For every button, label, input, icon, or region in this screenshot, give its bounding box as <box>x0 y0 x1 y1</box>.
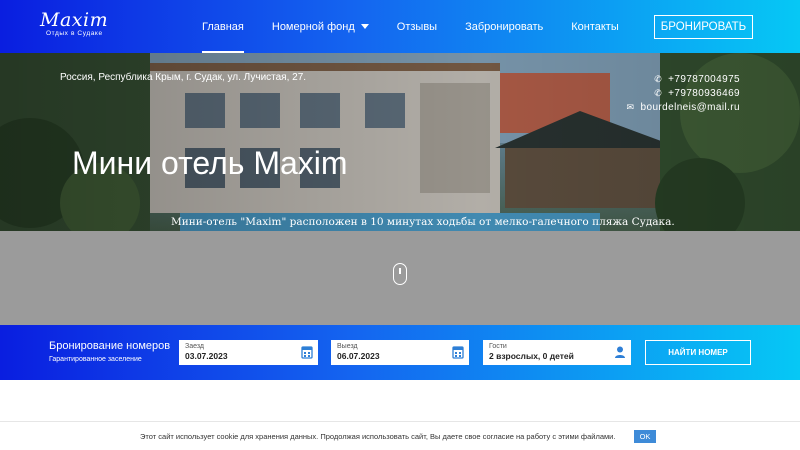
guests-label: Гости <box>489 343 507 350</box>
site-header: Maxim Отдых в Судаке Главная Номерной фо… <box>0 0 800 53</box>
hero-subtitle: Мини-отель "Maxim" расположен в 10 минут… <box>171 216 675 228</box>
logo-title: Maxim <box>40 9 109 31</box>
cookie-banner: Этот сайт использует cookie для хранения… <box>0 421 800 450</box>
logo[interactable]: Maxim Отдых в Судаке <box>40 10 120 44</box>
phone-icon: ✆ <box>654 73 663 84</box>
checkin-field[interactable]: Заезд 03.07.2023 <box>179 340 318 365</box>
checkout-field[interactable]: Выезд 06.07.2023 <box>331 340 469 365</box>
cookie-text: Этот сайт использует cookie для хранения… <box>140 432 616 441</box>
email-address: bourdelneis@mail.ru <box>640 101 740 113</box>
nav-item-home[interactable]: Главная <box>188 0 258 53</box>
nav-item-label: Номерной фонд <box>271 20 355 33</box>
nav-item-label: Главная <box>202 20 244 33</box>
contact-email[interactable]: ✉ bourdelneis@mail.ru <box>625 100 740 114</box>
calendar-icon <box>301 346 313 359</box>
guests-value: 2 взрослых, 0 детей <box>489 351 574 361</box>
calendar-icon <box>452 346 464 359</box>
cookie-ok-button[interactable]: OK <box>634 430 656 443</box>
nav-item-contacts[interactable]: Контакты <box>557 0 633 53</box>
nav-item-label: Отзывы <box>396 20 438 33</box>
guests-field[interactable]: Гости 2 взрослых, 0 детей <box>483 340 631 365</box>
phone-icon: ✆ <box>654 87 663 98</box>
checkout-value: 06.07.2023 <box>337 351 380 361</box>
logo-subtitle: Отдых в Судаке <box>46 30 103 37</box>
nav-item-rooms[interactable]: Номерной фонд <box>258 0 383 53</box>
main-nav: Главная Номерной фонд Отзывы Забронирова… <box>188 0 633 53</box>
nav-item-label: Контакты <box>571 20 619 33</box>
hero-banner: Россия, Республика Крым, г. Судак, ул. Л… <box>0 53 800 231</box>
envelope-icon: ✉ <box>626 101 635 112</box>
contact-list: ✆ +79787004975 ✆ +79780936469 ✉ bourdeln… <box>625 72 740 114</box>
user-icon <box>615 346 625 358</box>
contact-phone-2[interactable]: ✆ +79780936469 <box>625 86 740 100</box>
checkin-label: Заезд <box>185 343 205 350</box>
phone-number: +79787004975 <box>668 73 740 85</box>
slider-placeholder <box>0 231 800 325</box>
book-button[interactable]: БРОНИРОВАТЬ <box>654 15 753 39</box>
search-rooms-button[interactable]: НАЙТИ НОМЕР <box>645 340 751 365</box>
booking-title: Бронирование номеров <box>49 340 171 352</box>
booking-subtitle: Гарантированное заселение <box>49 356 142 363</box>
booking-bar: Бронирование номеров Гарантированное зас… <box>0 325 800 380</box>
chevron-down-icon <box>360 24 369 29</box>
hotel-address: Россия, Республика Крым, г. Судак, ул. Л… <box>60 72 307 83</box>
nav-item-book[interactable]: Забронировать <box>451 0 557 53</box>
nav-item-reviews[interactable]: Отзывы <box>383 0 451 53</box>
nav-item-label: Забронировать <box>465 20 544 33</box>
contact-phone-1[interactable]: ✆ +79787004975 <box>625 72 740 86</box>
phone-number: +79780936469 <box>668 87 740 99</box>
scroll-mouse-icon[interactable] <box>393 263 407 285</box>
checkin-value: 03.07.2023 <box>185 351 228 361</box>
page-title: Мини отель Maxim <box>72 145 348 181</box>
checkout-label: Выезд <box>337 343 358 350</box>
